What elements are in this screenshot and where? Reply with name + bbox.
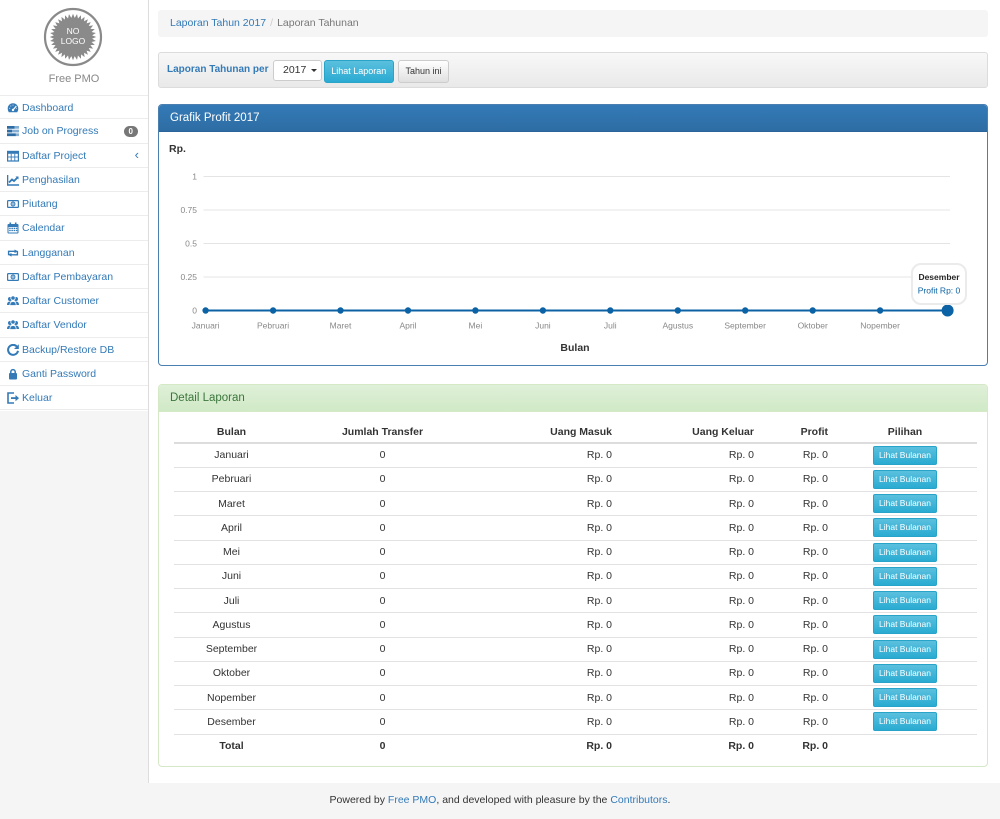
svg-text:Rp.: Rp. (169, 143, 186, 155)
svg-text:September: September (724, 320, 766, 330)
svg-text:NO: NO (67, 26, 80, 36)
svg-text:Juni: Juni (535, 320, 551, 330)
svg-text:LOGO: LOGO (61, 36, 86, 46)
svg-text:Nopember: Nopember (860, 320, 900, 330)
svg-text:Bulan: Bulan (560, 342, 589, 354)
svg-text:1: 1 (192, 171, 197, 181)
svg-text:Maret: Maret (330, 320, 352, 330)
svg-text:0.25: 0.25 (180, 272, 197, 282)
svg-text:Pebruari: Pebruari (257, 320, 289, 330)
svg-text:0.75: 0.75 (180, 205, 197, 215)
svg-text:0.5: 0.5 (185, 238, 197, 248)
svg-text:Agustus: Agustus (662, 320, 693, 330)
svg-text:Januari: Januari (192, 320, 220, 330)
svg-text:Oktober: Oktober (798, 320, 828, 330)
svg-text:Desember: Desember (918, 272, 960, 282)
svg-text:Mei: Mei (469, 320, 483, 330)
svg-text:Juli: Juli (604, 320, 617, 330)
svg-text:Profit Rp: 0: Profit Rp: 0 (918, 285, 961, 295)
svg-text:0: 0 (192, 305, 197, 315)
svg-text:April: April (399, 320, 416, 330)
